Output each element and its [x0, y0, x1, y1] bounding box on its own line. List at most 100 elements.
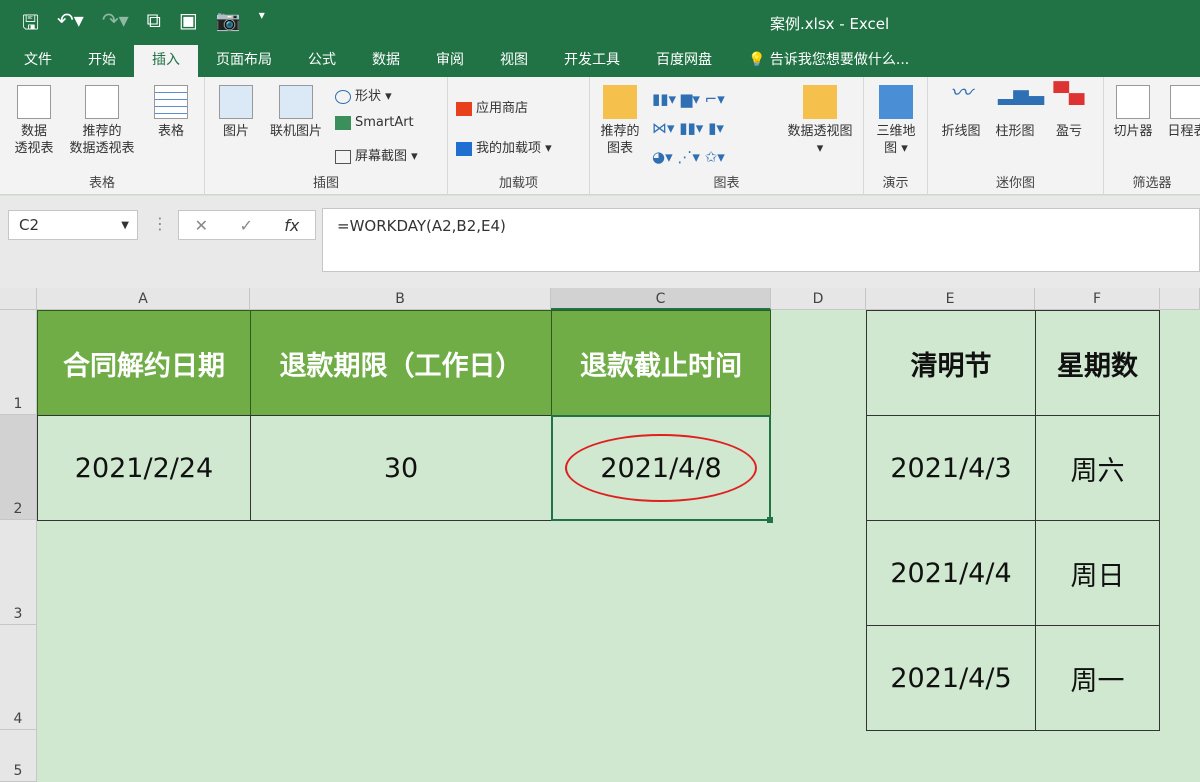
smartart-icon: [335, 115, 351, 130]
my-addins-button[interactable]: 我的加载项 ▾: [456, 137, 552, 156]
group-label: 插图: [312, 176, 339, 191]
lightbulb-icon: 💡: [748, 52, 766, 68]
cell-e4[interactable]: 2021/4/5: [866, 625, 1036, 731]
pivot-icon[interactable]: ⧉: [147, 8, 161, 42]
column-header-f[interactable]: F: [1035, 288, 1160, 310]
cell-e3[interactable]: 2021/4/4: [866, 520, 1036, 626]
chevron-down-icon[interactable]: ▼: [121, 220, 129, 231]
name-box[interactable]: C2 ▼: [8, 210, 138, 240]
sparkline-line-button[interactable]: 〰折线图: [936, 83, 986, 140]
group-addins: 应用商店 我的加载项 ▾ 加载项: [448, 77, 590, 195]
sparkline-winloss-button[interactable]: ▀▄ 盈亏: [1044, 83, 1094, 140]
label: 2: [13, 501, 23, 517]
label: 推荐的 数据透视表: [69, 124, 135, 156]
formula-bar-area: C2 ▼ ⋮ ✕ ✓ fx =WORKDAY(A2,B2,E4): [0, 196, 1200, 288]
label: SmartArt: [355, 115, 414, 130]
slicer-button[interactable]: 切片器: [1108, 85, 1158, 140]
label: 推荐的 图表: [600, 124, 640, 156]
group-label: 迷你图: [995, 176, 1035, 191]
chart-type-icons[interactable]: ▮▮▾ ▆▾ ⌐▾ ⋈▾ ▮▮▾ ▮▾ ◕▾ ⋰▾ ✩▾: [652, 85, 725, 172]
redo-icon[interactable]: ↷▾: [102, 8, 129, 42]
column-header-c[interactable]: C: [551, 288, 771, 310]
name-box-value: C2: [19, 216, 40, 234]
pivottable-button[interactable]: 数据 透视表: [6, 85, 62, 157]
3d-map-button[interactable]: 三维地 图 ▾: [870, 85, 922, 157]
tab-data[interactable]: 数据: [354, 45, 418, 77]
timeline-icon: [1170, 85, 1200, 119]
undo-icon[interactable]: ↶▾: [57, 8, 84, 42]
cell-e1[interactable]: 清明节: [866, 310, 1036, 416]
group-tables: 数据 透视表 推荐的 数据透视表 表格 表格: [0, 77, 205, 195]
tell-me-search[interactable]: 💡 告诉我您想要做什么...: [730, 45, 927, 77]
label: 折线图: [941, 124, 981, 139]
cancel-icon[interactable]: ✕: [195, 216, 208, 235]
formula-input[interactable]: =WORKDAY(A2,B2,E4): [322, 208, 1200, 272]
store-icon[interactable]: ▣: [179, 8, 198, 42]
addins-icon: [456, 141, 472, 156]
select-all-button[interactable]: [0, 288, 37, 310]
group-charts: 推荐的 图表 ▮▮▾ ▆▾ ⌐▾ ⋈▾ ▮▮▾ ▮▾ ◕▾ ⋰▾ ✩▾ 数据透视…: [590, 77, 864, 195]
cell-c2-selected[interactable]: 2021/4/8: [551, 415, 773, 523]
smartart-button[interactable]: SmartArt: [335, 115, 414, 130]
tab-formulas[interactable]: 公式: [290, 45, 354, 77]
cell-b2[interactable]: 30: [250, 415, 552, 521]
timeline-button[interactable]: 日程表: [1162, 85, 1200, 140]
window-title: 案例.xlsx - Excel: [770, 15, 890, 33]
label: 三维地 图: [876, 124, 916, 156]
tab-developer[interactable]: 开发工具: [546, 45, 638, 77]
row-header-5[interactable]: 5: [0, 730, 37, 782]
group-label: 筛选器: [1132, 176, 1172, 191]
save-icon[interactable]: 🖫: [22, 8, 39, 42]
tab-review[interactable]: 审阅: [418, 45, 482, 77]
tab-file[interactable]: 文件: [6, 45, 70, 77]
pivotchart-button[interactable]: 数据透视图 ▾: [782, 85, 858, 157]
recommended-pivot-button[interactable]: 推荐的 数据透视表: [60, 85, 144, 157]
shapes-button[interactable]: 形状 ▾: [335, 85, 392, 104]
tab-home[interactable]: 开始: [70, 45, 134, 77]
column-header-a[interactable]: A: [37, 288, 250, 310]
customize-icon[interactable]: ▾: [259, 8, 265, 42]
ribbon: 数据 透视表 推荐的 数据透视表 表格 表格 图片 联机图片 形状 ▾ Smar…: [0, 77, 1200, 195]
label: 5: [13, 763, 23, 779]
row-header-4[interactable]: 4: [0, 625, 37, 730]
highlight-circle: [565, 434, 757, 502]
table-button[interactable]: 表格: [146, 85, 196, 140]
online-pictures-button[interactable]: 联机图片: [263, 85, 329, 140]
cell-a2[interactable]: 2021/2/24: [37, 415, 251, 521]
fill-handle[interactable]: [767, 517, 773, 523]
tab-view[interactable]: 视图: [482, 45, 546, 77]
cell-e2[interactable]: 2021/4/3: [866, 415, 1036, 521]
drag-handle-icon[interactable]: ⋮: [152, 214, 168, 233]
group-label: 加载项: [498, 176, 538, 191]
label: 数据 透视表: [14, 124, 54, 156]
sparkline-column-button[interactable]: ▂▅▃ 柱形图: [990, 83, 1044, 140]
row-header-3[interactable]: 3: [0, 520, 37, 625]
store-button[interactable]: 应用商店: [456, 97, 528, 116]
insert-function-icon[interactable]: fx: [284, 216, 299, 235]
column-header-g[interactable]: [1160, 288, 1200, 310]
row-header-1[interactable]: 1: [0, 310, 37, 415]
enter-icon[interactable]: ✓: [239, 216, 252, 235]
tab-baidu[interactable]: 百度网盘: [638, 45, 730, 77]
cell-a1[interactable]: 合同解约日期: [37, 310, 251, 416]
cell-f1[interactable]: 星期数: [1035, 310, 1160, 416]
recommended-charts-icon: [603, 85, 637, 119]
ribbon-tabs: 文件 开始 插入 页面布局 公式 数据 审阅 视图 开发工具 百度网盘 💡 告诉…: [0, 45, 1200, 77]
cell-b1[interactable]: 退款期限（工作日）: [250, 310, 552, 416]
camera-icon[interactable]: 📷: [216, 8, 241, 42]
tab-insert[interactable]: 插入: [134, 45, 198, 77]
screenshot-button[interactable]: 屏幕截图 ▾: [335, 145, 418, 164]
group-illustrations: 图片 联机图片 形状 ▾ SmartArt 屏幕截图 ▾ 插图: [205, 77, 448, 195]
cell-f2[interactable]: 周六: [1035, 415, 1160, 521]
row-header-2[interactable]: 2: [0, 415, 37, 520]
cell-f4[interactable]: 周一: [1035, 625, 1160, 731]
column-header-b[interactable]: B: [250, 288, 551, 310]
column-header-e[interactable]: E: [866, 288, 1035, 310]
cell-f3[interactable]: 周日: [1035, 520, 1160, 626]
picture-icon: [219, 85, 253, 119]
recommended-charts-button[interactable]: 推荐的 图表: [596, 85, 644, 157]
tab-page-layout[interactable]: 页面布局: [198, 45, 290, 77]
cell-c1[interactable]: 退款截止时间: [551, 310, 771, 416]
column-header-d[interactable]: D: [771, 288, 866, 310]
pictures-button[interactable]: 图片: [213, 85, 259, 140]
